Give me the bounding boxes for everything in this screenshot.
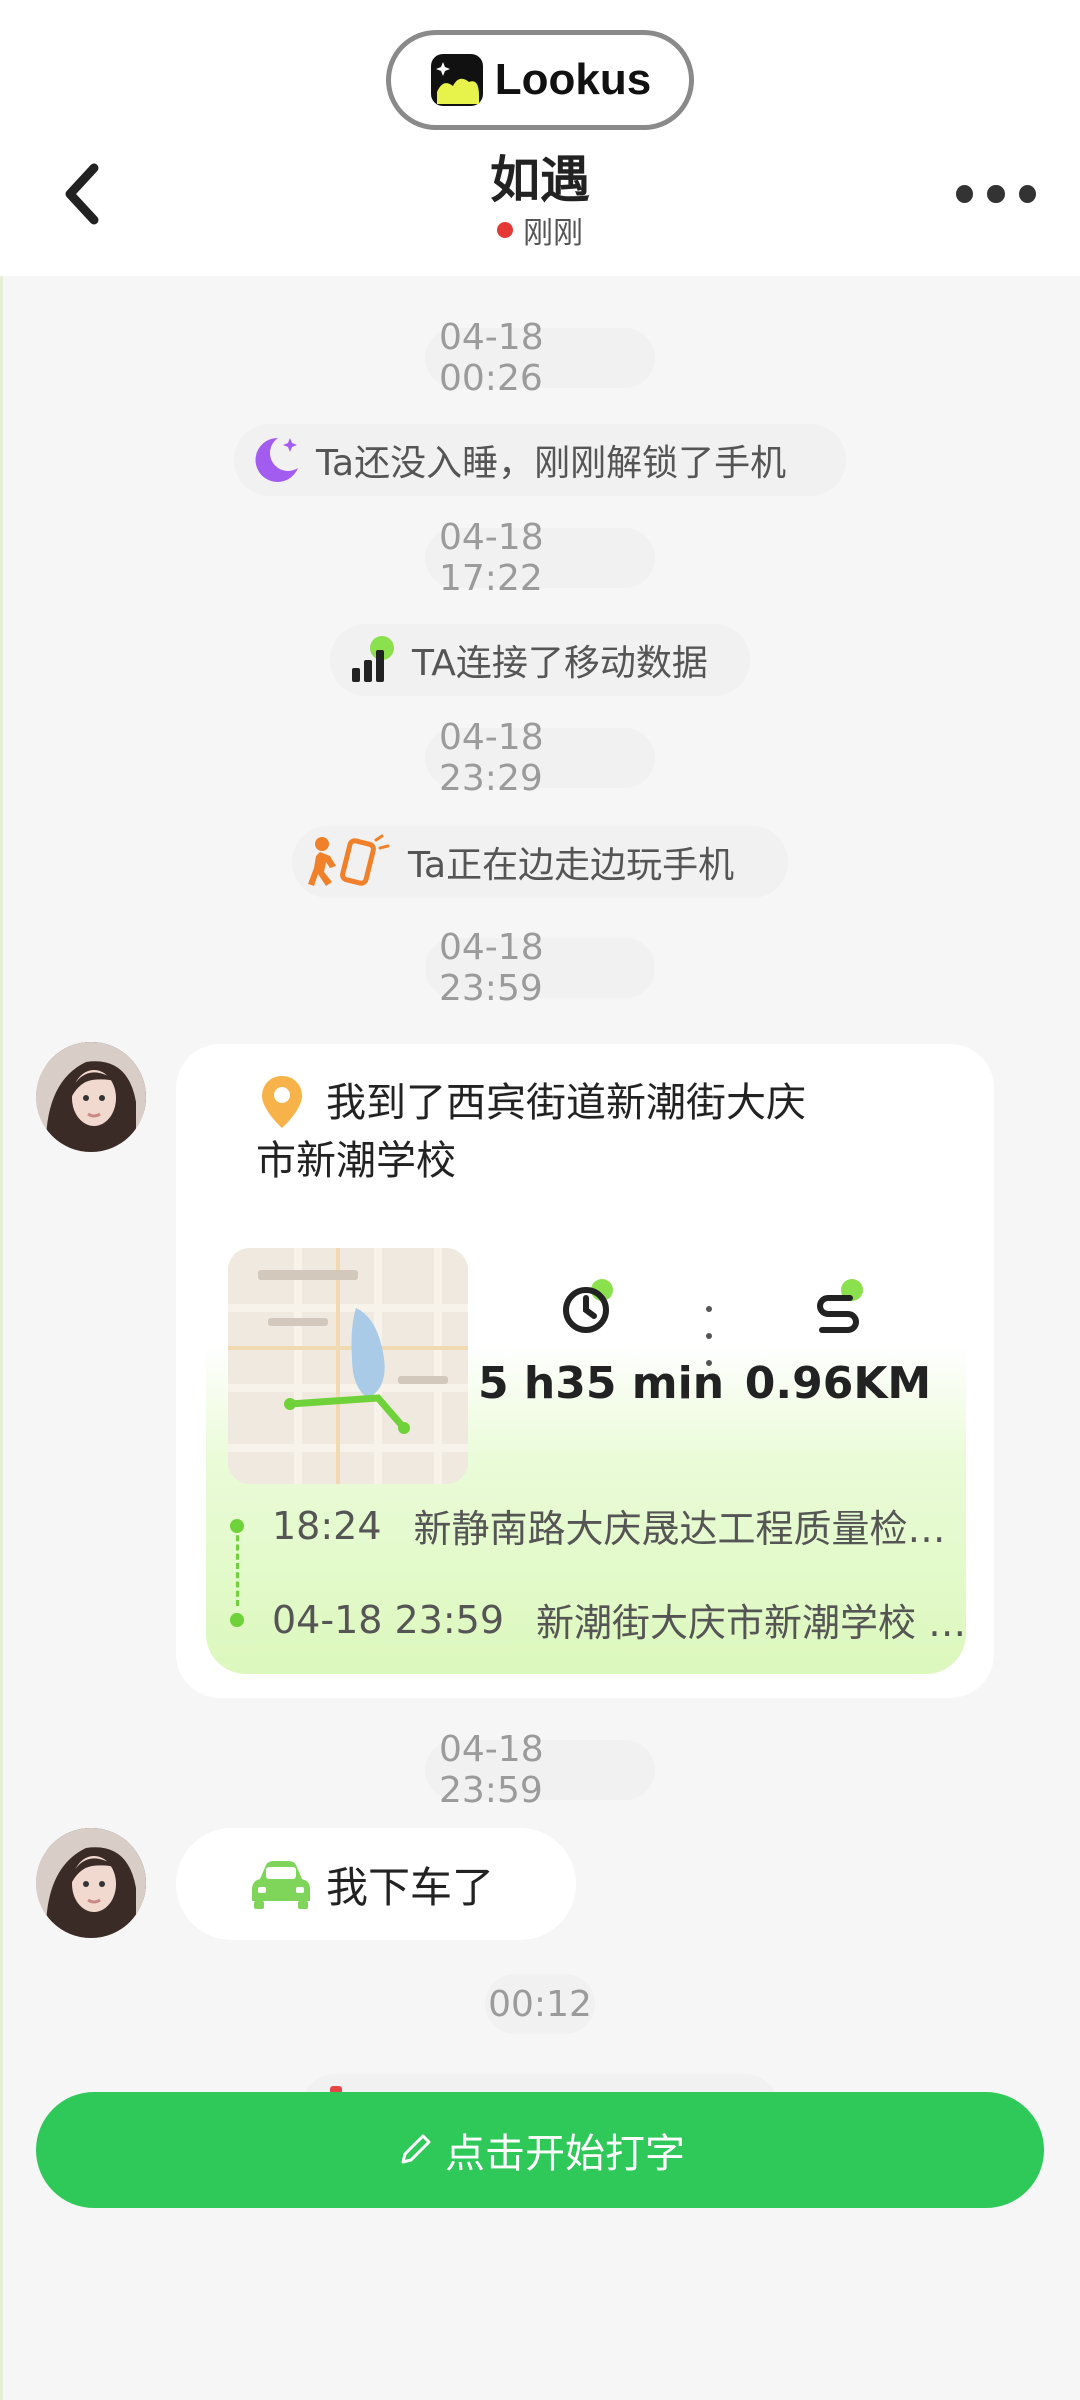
track-end: 04-18 23:59 新潮街大庆市新潮学校 … <box>230 1592 966 1647</box>
chat-screen: Lookus 如遇 刚刚 04-18 00:26 Ta还没入睡，刚刚解锁了手机 … <box>0 0 1080 2400</box>
clock-icon <box>563 1279 613 1333</box>
stat-divider <box>706 1306 712 1366</box>
timestamp: 04-18 17:22 <box>425 517 655 599</box>
location-text-line1: 我到了西宾街道新潮街大庆 <box>326 1080 806 1126</box>
status-text: 刚刚 <box>523 216 583 251</box>
get-off-message-bubble[interactable]: 我下车了 <box>176 1828 576 1940</box>
event-text: Ta还没入睡，刚刚解锁了手机 <box>316 443 787 484</box>
timestamp: 04-18 00:26 <box>425 317 655 399</box>
duration-value: 5 h35 min <box>478 1358 725 1409</box>
distance-value: 0.96KM <box>744 1358 932 1409</box>
track-summary: 5 h35 min 0.96KM 18:24 新静南路大庆晟达工程质量检… 04… <box>206 1228 966 1674</box>
timestamp: 04-18 23:29 <box>425 717 655 799</box>
pencil-icon <box>401 2134 431 2164</box>
lookus-logo-icon <box>430 54 483 106</box>
track-start: 18:24 新静南路大庆晟达工程质量检… <box>230 1498 946 1553</box>
moon-icon <box>255 437 298 482</box>
online-status: 刚刚 <box>0 208 1080 252</box>
walking-phone-icon <box>308 834 390 886</box>
avatar[interactable] <box>36 1042 146 1152</box>
left-edge-line <box>0 0 3 2400</box>
message-text: 我下车了 <box>326 1862 495 1912</box>
start-typing-button[interactable]: 点击开始打字 <box>36 2092 1044 2208</box>
track-place: 新静南路大庆晟达工程质量检… <box>413 1507 946 1551</box>
event-text: TA连接了移动数据 <box>412 643 708 684</box>
car-icon <box>252 1861 310 1909</box>
track-place: 新潮街大庆市新潮学校 … <box>536 1601 967 1645</box>
compose-label: 点击开始打字 <box>445 2131 685 2177</box>
app-badge[interactable]: Lookus <box>386 30 694 130</box>
signal-bars-icon <box>352 636 394 682</box>
duration-stat: 5 h35 min <box>478 1276 725 1409</box>
more-horizontal-icon[interactable] <box>956 182 1036 206</box>
distance-stat: 0.96KM <box>728 1276 948 1409</box>
page-title: 如遇 <box>490 151 590 209</box>
event-text: Ta正在边走边玩手机 <box>408 845 735 886</box>
app-name: Lookus <box>494 55 652 104</box>
timestamp: 04-18 23:59 <box>425 927 655 1009</box>
status-dot <box>497 222 513 238</box>
event-sleep: Ta还没入睡，刚刚解锁了手机 <box>234 424 846 496</box>
track-time: 04-18 23:59 <box>272 1597 505 1642</box>
track-dot <box>230 1612 244 1627</box>
avatar[interactable] <box>36 1828 146 1938</box>
location-message-bubble[interactable]: 我到了西宾街道新潮街大庆 市新潮学校 5 h35 min 0.96KM 18:2… <box>176 1044 994 1698</box>
route-map-thumbnail[interactable] <box>228 1248 468 1484</box>
track-time: 18:24 <box>272 1503 382 1548</box>
timestamp: 04-18 23:59 <box>425 1729 655 1811</box>
chat-header: Lookus 如遇 刚刚 <box>0 0 1080 276</box>
location-text-line2: 市新潮学校 <box>256 1138 456 1184</box>
location-pin-icon <box>262 1076 302 1128</box>
event-walking: Ta正在边走边玩手机 <box>292 826 788 898</box>
track-dot <box>230 1518 244 1533</box>
route-icon <box>817 1279 863 1333</box>
event-mobile-data: TA连接了移动数据 <box>330 624 750 696</box>
timestamp: 00:12 <box>485 1974 595 2034</box>
